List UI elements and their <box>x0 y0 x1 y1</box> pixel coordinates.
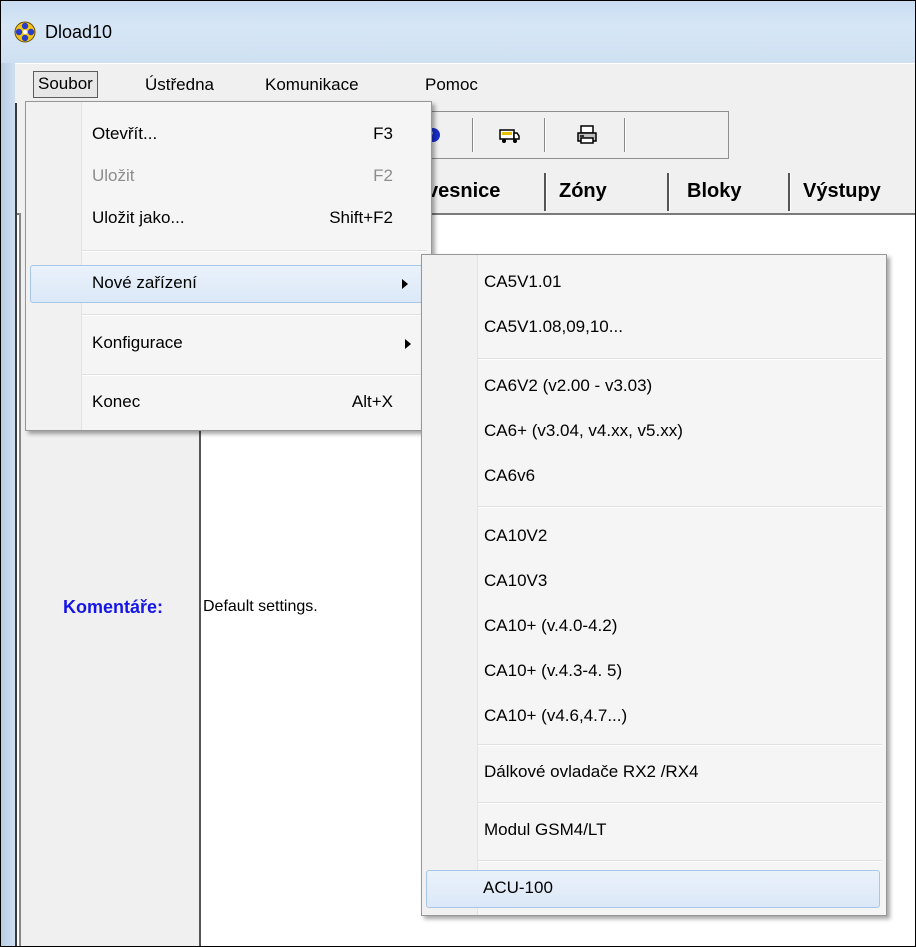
tab-divider <box>788 173 791 211</box>
menu-item-shortcut: F3 <box>373 124 393 143</box>
menu-pomoc[interactable]: Pomoc <box>425 75 478 95</box>
tab-divider <box>544 173 547 211</box>
menu-item-konec[interactable]: Konec Alt+X <box>28 385 429 421</box>
menu-komunikace[interactable]: Komunikace <box>265 75 359 95</box>
toolbar <box>411 111 729 159</box>
submenu-item-ca10-plus-46[interactable]: CA10+ (v4.6,4.7...) <box>424 699 884 735</box>
toolbar-truck-button[interactable] <box>492 118 526 152</box>
window-title: Dload10 <box>45 22 113 42</box>
toolbar-separator <box>472 118 474 152</box>
menu-item-label: Konec <box>92 392 141 411</box>
submenu-item-ca5v1-08[interactable]: CA5V1.08,09,10... <box>424 310 884 346</box>
menu-item-label: CA10+ (v4.6,4.7...) <box>484 706 628 725</box>
menu-item-shortcut: F2 <box>373 166 393 185</box>
submenu-item-ca10-plus-40[interactable]: CA10+ (v.4.0-4.2) <box>424 609 884 645</box>
title-bar: Dload10 <box>1 1 915 64</box>
toolbar-separator <box>544 118 546 152</box>
menu-item-ulozit-jako[interactable]: Uložit jako... Shift+F2 <box>28 201 429 237</box>
toolbar-print-button[interactable] <box>570 118 604 152</box>
submenu-item-ca10-plus-43[interactable]: CA10+ (v.4.3-4. 5) <box>424 654 884 690</box>
menu-item-label: Dálkové ovladače RX2 /RX4 <box>484 762 699 781</box>
menu-item-konfigurace[interactable]: Konfigurace <box>28 326 429 362</box>
menu-separator <box>82 250 427 252</box>
menu-item-label: Konfigurace <box>92 333 183 352</box>
app-icon <box>14 21 36 43</box>
tab-divider <box>667 173 670 211</box>
nove-zarizeni-submenu: CA5V1.01 CA5V1.08,09,10... CA6V2 (v2.00 … <box>421 254 887 916</box>
menu-item-label: CA6V2 (v2.00 - v3.03) <box>484 376 653 395</box>
toolbar-print-icon <box>577 125 597 144</box>
comments-label: Komentáře: <box>63 597 164 617</box>
toolbar-separator <box>624 118 626 152</box>
content-border <box>15 103 17 946</box>
app-window: Dload10 Soubor Ústředna Komunikace Pomoc <box>0 0 916 947</box>
menu-separator <box>478 506 882 508</box>
tab-bloky[interactable]: Bloky <box>677 173 751 209</box>
submenu-item-ca6v6[interactable]: CA6v6 <box>424 459 884 495</box>
menu-item-label: ACU-100 <box>483 878 553 897</box>
submenu-item-ca6-plus[interactable]: CA6+ (v3.04, v4.xx, v5.xx) <box>424 414 884 450</box>
submenu-item-ca10v3[interactable]: CA10V3 <box>424 564 884 600</box>
menu-soubor[interactable]: Soubor <box>33 71 98 98</box>
menu-separator <box>478 744 882 746</box>
submenu-item-ca6v2[interactable]: CA6V2 (v2.00 - v3.03) <box>424 369 884 405</box>
menu-item-label: CA6v6 <box>484 466 536 485</box>
submenu-item-ca10v2[interactable]: CA10V2 <box>424 519 884 555</box>
menu-bar: Soubor Ústředna Komunikace Pomoc <box>15 63 915 104</box>
menu-separator <box>478 358 882 360</box>
menu-item-shortcut: Alt+X <box>351 392 393 411</box>
submenu-arrow-icon <box>402 279 408 289</box>
menu-ustredna[interactable]: Ústředna <box>145 75 214 95</box>
menu-item-label: CA10V2 <box>484 526 548 545</box>
menu-item-otevrit[interactable]: Otevřít... F3 <box>28 117 429 153</box>
menu-item-label: Otevřít... <box>92 124 158 143</box>
submenu-item-ca5v1-01[interactable]: CA5V1.01 <box>424 265 884 301</box>
menu-separator <box>82 374 427 376</box>
soubor-menu: Otevřít... F3 Uložit F2 Uložit jako... S… <box>25 101 432 431</box>
menu-item-label: CA10+ (v.4.0-4.2) <box>484 616 618 635</box>
comments-value[interactable]: Default settings. <box>203 598 318 616</box>
menu-item-label: CA5V1.08,09,10... <box>484 317 623 336</box>
menu-item-ulozit[interactable]: Uložit F2 <box>28 159 429 195</box>
menu-separator <box>478 860 882 862</box>
menu-item-label: Modul GSM4/LT <box>484 820 607 839</box>
submenu-item-acu-100[interactable]: ACU-100 <box>426 870 880 908</box>
submenu-item-modul-gsm4[interactable]: Modul GSM4/LT <box>424 813 884 849</box>
menu-item-label: CA5V1.01 <box>484 272 562 291</box>
menu-item-label: CA6+ (v3.04, v4.xx, v5.xx) <box>484 421 683 440</box>
submenu-item-dalkove-ovladace[interactable]: Dálkové ovladače RX2 /RX4 <box>424 755 884 791</box>
menu-item-shortcut: Shift+F2 <box>329 208 393 227</box>
menu-separator <box>82 314 427 316</box>
menu-item-nove-zarizeni[interactable]: Nové zařízení <box>30 265 427 303</box>
toolbar-truck-icon <box>499 129 520 143</box>
submenu-arrow-icon <box>405 339 411 349</box>
menu-item-label: Uložit <box>92 166 135 185</box>
menu-item-label: Uložit jako... <box>92 208 185 227</box>
menu-item-label: CA10+ (v.4.3-4. 5) <box>484 661 623 680</box>
menu-separator <box>478 802 882 804</box>
tab-zony[interactable]: Zóny <box>549 173 617 209</box>
window-border <box>1 63 15 946</box>
menu-item-label: Nové zařízení <box>92 273 197 292</box>
menu-item-label: CA10V3 <box>484 571 548 590</box>
tab-vystupy[interactable]: Výstupy <box>793 173 891 209</box>
